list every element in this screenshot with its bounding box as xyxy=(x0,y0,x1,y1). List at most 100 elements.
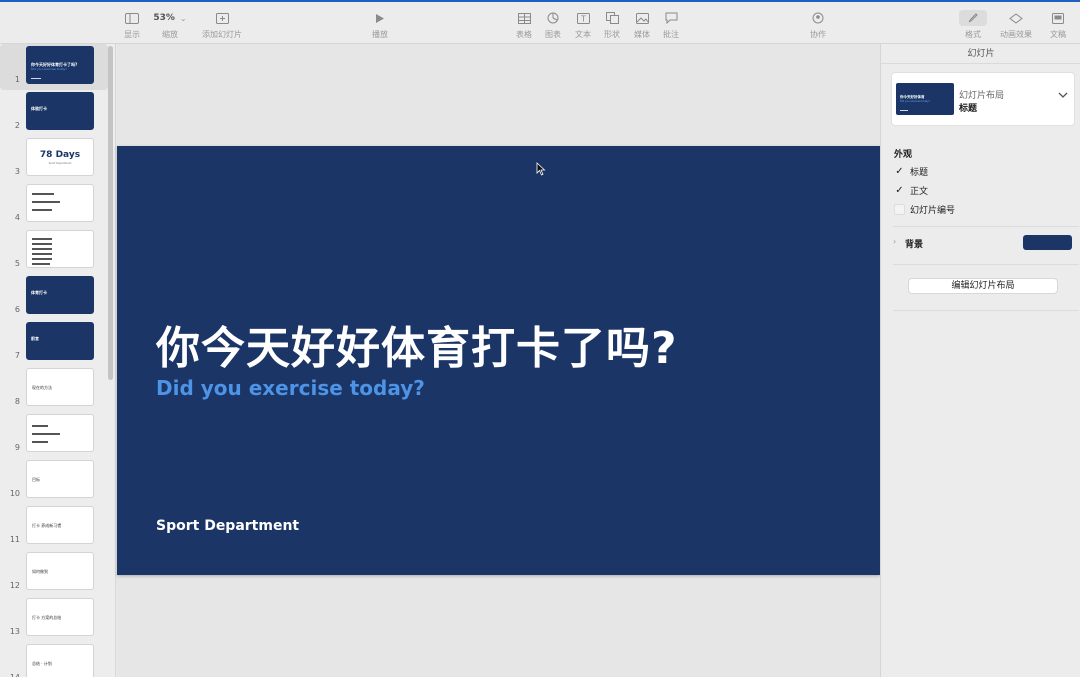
sidebar-icon xyxy=(125,10,139,26)
slide-number: 2 xyxy=(14,121,20,130)
paintbrush-icon xyxy=(959,10,987,26)
slide-thumbnail-2[interactable]: 2 体验打卡 xyxy=(0,90,108,136)
slide-thumbnail-9[interactable]: 9 xyxy=(0,412,108,458)
thumbnail-image: 如何做到 xyxy=(26,552,94,590)
slide-thumbnail-8[interactable]: 8 现在的方法 xyxy=(0,366,108,412)
add-slide-icon xyxy=(215,10,229,26)
chevron-right-icon[interactable]: › xyxy=(893,237,896,246)
window-top-accent xyxy=(0,0,1080,2)
mouse-pointer-icon xyxy=(536,162,546,176)
thumbnail-image: 现在的方法 xyxy=(26,368,94,406)
slide-thumbnail-4[interactable]: 4 xyxy=(0,182,108,228)
thumbnail-image: 体育打卡 xyxy=(26,276,94,314)
thumb-text: 现在的方法 xyxy=(32,385,52,390)
thumbnail-image xyxy=(26,184,94,222)
format-label: 格式 xyxy=(965,30,981,39)
thumbnail-image xyxy=(26,230,94,268)
thumb-title: 体验打卡 xyxy=(31,106,47,111)
slide-thumbnail-3[interactable]: 3 78 Days Sport Department xyxy=(0,136,108,182)
animate-label: 动画效果 xyxy=(1000,30,1032,39)
slide-number-checkbox-row[interactable]: 幻灯片编号 xyxy=(894,202,955,216)
slide-thumbnail-13[interactable]: 13 打卡 方案的总结 xyxy=(0,596,108,642)
edit-slide-layout-button[interactable]: 编辑幻灯片布局 xyxy=(908,278,1058,294)
thumb-subtitle: Did you exercise today? xyxy=(31,67,67,71)
slide-number: 8 xyxy=(14,397,20,406)
background-color-swatch[interactable] xyxy=(1023,235,1072,250)
layout-thumb-subtitle: Did you exercise today? xyxy=(900,100,930,103)
slide-subtitle[interactable]: Did you exercise today? xyxy=(156,376,425,400)
toolbar: 显示 53% ⌄ 缩放 添加幻灯片 播放 表格 图表 T 文本 形状 媒体 批注… xyxy=(0,0,1080,44)
animate-button[interactable]: 动画效果 xyxy=(992,10,1040,40)
thumbnail-image: 总结 · 计划 xyxy=(26,644,94,677)
slide-thumbnail-10[interactable]: 10 目标 xyxy=(0,458,108,504)
chevron-down-icon: ⌄ xyxy=(179,13,187,23)
unchecked-box-icon[interactable] xyxy=(894,203,905,215)
layout-thumb-footer-line xyxy=(900,110,908,111)
slide-thumbnail-6[interactable]: 6 体育打卡 xyxy=(0,274,108,320)
slide-number: 9 xyxy=(14,443,20,452)
checkmark-icon[interactable]: ✓ xyxy=(894,185,905,196)
divider xyxy=(893,226,1079,227)
document-button[interactable]: 文稿 xyxy=(1034,10,1080,40)
format-button[interactable]: 格式 xyxy=(949,10,997,40)
thumb-title: 体育打卡 xyxy=(31,290,47,295)
zoom-value: 53% xyxy=(153,13,175,23)
body-checkbox-label: 正文 xyxy=(910,186,929,197)
slide-number: 11 xyxy=(9,535,20,544)
slide-navigator[interactable]: 1 你今天好好体育打卡了吗? Did you exercise today? 2… xyxy=(0,44,116,677)
comment-icon xyxy=(665,10,678,26)
current-slide[interactable]: 你今天好好体育打卡了吗? Did you exercise today? Spo… xyxy=(117,146,880,575)
slide-number: 12 xyxy=(9,581,20,590)
slide-number: 6 xyxy=(14,305,20,314)
slide-thumbnail-11[interactable]: 11 打卡 养成新习惯 xyxy=(0,504,108,550)
play-icon xyxy=(375,10,385,26)
navigator-scrollbar[interactable] xyxy=(108,46,113,380)
play-button[interactable]: 播放 xyxy=(356,10,404,40)
slide-layout-picker[interactable]: 你今天好好体育 Did you exercise today? 幻灯片布局 标题 xyxy=(891,72,1075,126)
slide-number: 1 xyxy=(14,75,20,84)
slide-thumbnail-1[interactable]: 1 你今天好好体育打卡了吗? Did you exercise today? xyxy=(0,44,108,90)
checkmark-icon[interactable]: ✓ xyxy=(894,166,905,177)
thumb-subtitle: Sport Department xyxy=(48,162,72,165)
slide-title[interactable]: 你今天好好体育打卡了吗? xyxy=(156,312,678,376)
slide-number: 10 xyxy=(9,489,20,498)
thumb-text: 打卡 方案的总结 xyxy=(32,615,62,620)
slide-number: 5 xyxy=(14,259,20,268)
add-slide-button[interactable]: 添加幻灯片 xyxy=(198,10,246,40)
slide-thumbnail-5[interactable]: 5 xyxy=(0,228,108,274)
svg-text:T: T xyxy=(580,14,586,23)
slide-thumbnail-7[interactable]: 7 前言 xyxy=(0,320,108,366)
slide-thumbnail-12[interactable]: 12 如何做到 xyxy=(0,550,108,596)
title-checkbox-row[interactable]: ✓ 标题 xyxy=(894,164,928,178)
inspector-title: 幻灯片 xyxy=(881,44,1080,64)
layout-label: 幻灯片布局 xyxy=(959,91,1005,101)
collaborate-icon xyxy=(811,10,825,26)
comment-label: 批注 xyxy=(663,30,679,39)
thumb-text: 如何做到 xyxy=(32,569,48,574)
thumbnail-image: 体验打卡 xyxy=(26,92,94,130)
thumb-text: 总结 · 计划 xyxy=(32,661,52,666)
body-checkbox-row[interactable]: ✓ 正文 xyxy=(894,183,928,197)
background-row[interactable]: › 背景 xyxy=(893,235,1073,251)
document-icon xyxy=(1052,10,1064,26)
slide-number: 7 xyxy=(14,351,20,360)
collaborate-button[interactable]: 协作 xyxy=(794,10,842,40)
thumb-title: 前言 xyxy=(31,336,39,341)
divider xyxy=(893,264,1079,265)
add-slide-label: 添加幻灯片 xyxy=(202,30,242,39)
slide-thumbnail-14[interactable]: 14 总结 · 计划 xyxy=(0,642,108,677)
zoom-control[interactable]: 53% ⌄ 缩放 xyxy=(146,10,194,40)
play-label: 播放 xyxy=(372,30,388,39)
slide-number-checkbox-label: 幻灯片编号 xyxy=(910,205,956,216)
thumbnail-image xyxy=(26,414,94,452)
chart-icon xyxy=(547,10,559,26)
slide-footer[interactable]: Sport Department xyxy=(156,518,299,534)
chevron-down-icon[interactable] xyxy=(1058,91,1068,102)
slide-canvas[interactable]: 你今天好好体育打卡了吗? Did you exercise today? Spo… xyxy=(117,44,880,677)
slide-number: 13 xyxy=(9,627,20,636)
slide-number: 4 xyxy=(14,213,20,222)
document-label: 文稿 xyxy=(1050,30,1066,39)
layout-thumbnail: 你今天好好体育 Did you exercise today? xyxy=(896,83,954,115)
thumb-big-text: 78 Days xyxy=(39,150,81,160)
comment-button[interactable]: 批注 xyxy=(647,10,695,40)
